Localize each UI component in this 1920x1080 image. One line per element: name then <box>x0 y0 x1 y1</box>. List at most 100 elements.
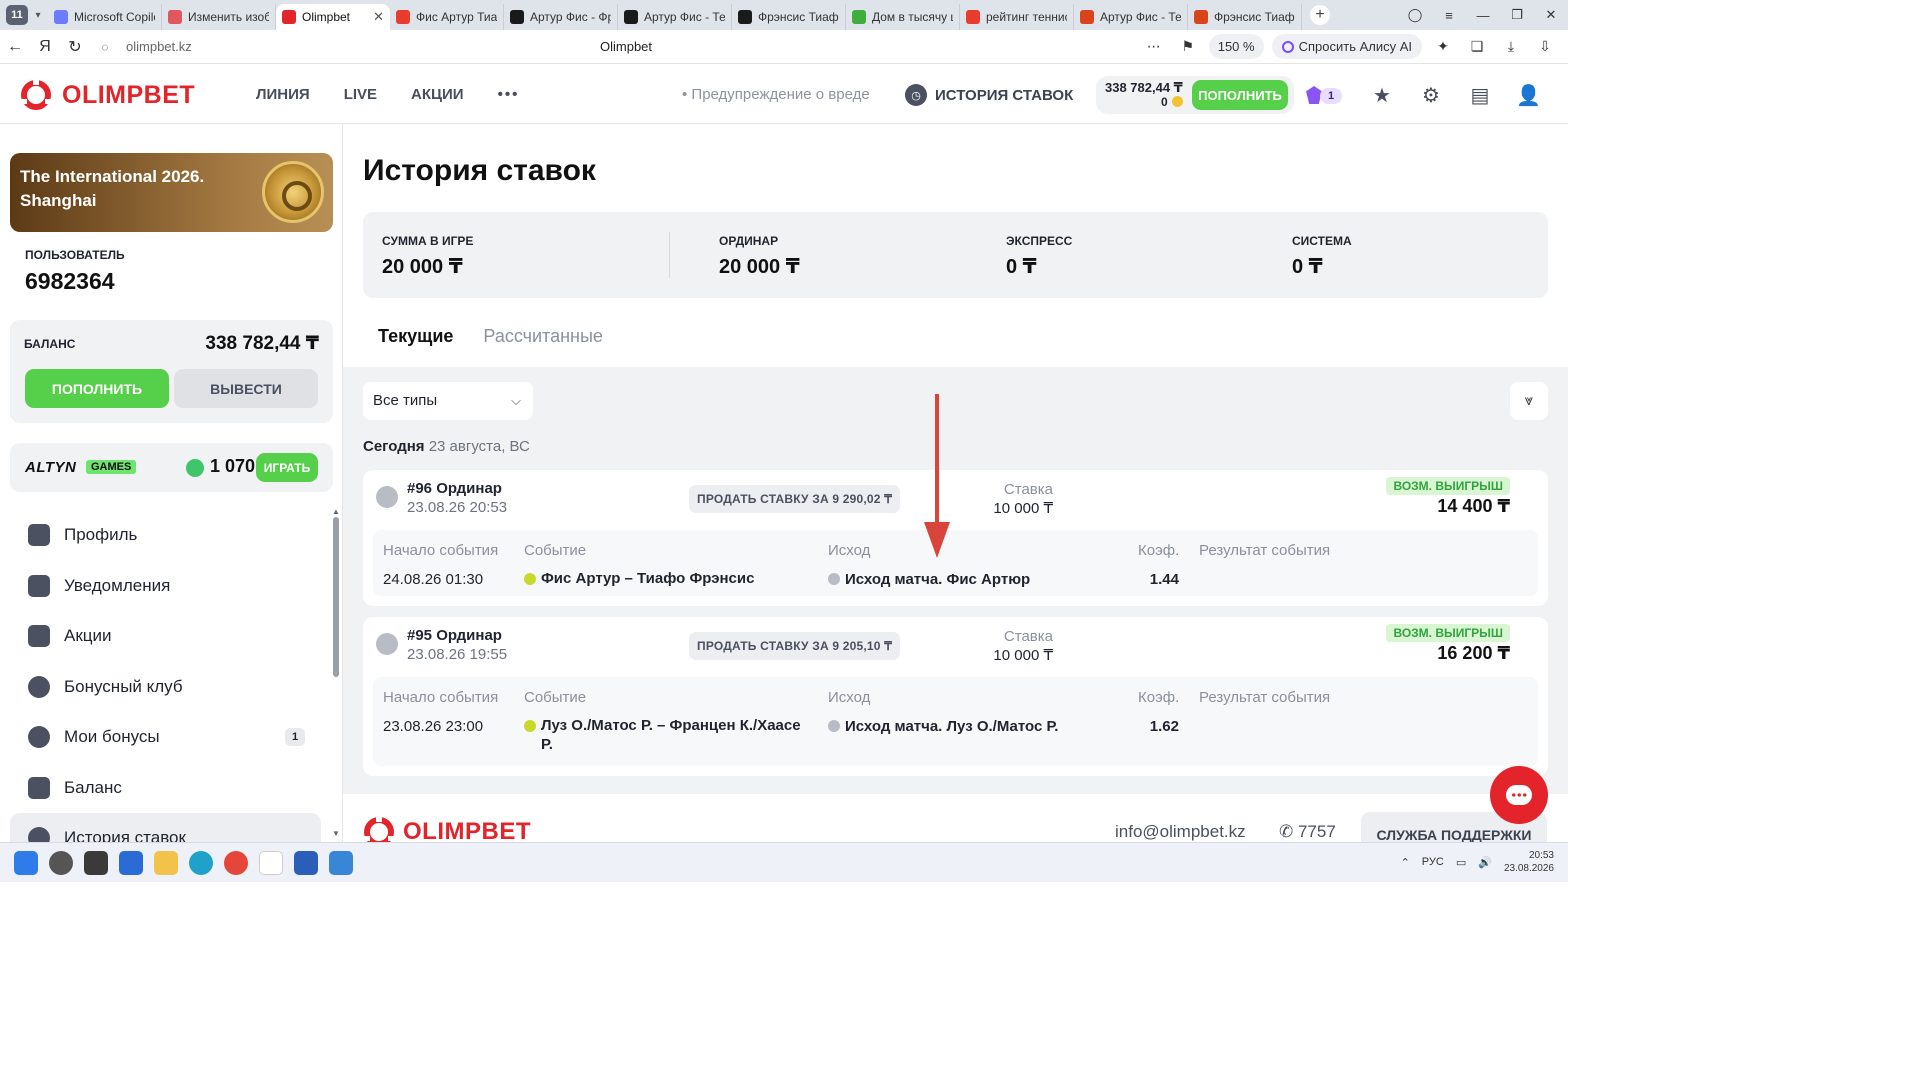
window-controls: ◯ ≡ — ❐ ✕ <box>1398 0 1568 30</box>
bet-type-select[interactable]: Все типы ⌵ <box>363 382 533 420</box>
withdraw-button[interactable]: ВЫВЕСТИ <box>174 369 318 408</box>
international-banner[interactable]: The International 2026. Shanghai <box>10 153 333 232</box>
footer-phone-link[interactable]: ✆ 7757 <box>1279 822 1336 842</box>
browser-tab[interactable]: Microsoft Copilot <box>48 4 162 30</box>
browser-tab[interactable]: рейтинг теннис <box>960 4 1074 30</box>
bet-detail: Начало события Событие Исход Коэф. Результат… <box>373 530 1538 596</box>
sidebar-scrollbar[interactable]: ▲ ▼ <box>332 507 340 838</box>
scroll-thumb[interactable] <box>333 517 339 677</box>
play-button[interactable]: ИГРАТЬ <box>256 453 318 482</box>
tab-current[interactable]: Текущие <box>363 314 469 375</box>
sidebar-item[interactable]: Профиль <box>10 510 321 561</box>
scroll-up-icon[interactable]: ▲ <box>332 507 340 516</box>
summary-express-value: 0 ₸ <box>1006 256 1037 278</box>
reload-icon[interactable]: ↻ <box>60 37 90 57</box>
olimpbet-logo[interactable]: OLIMPBET <box>20 79 195 111</box>
back-arrow-icon[interactable]: ← <box>0 38 30 56</box>
event-cell[interactable]: Фис Артур – Тиафо Фрэнсис <box>524 569 814 588</box>
scroll-down-icon[interactable]: ▼ <box>332 829 340 838</box>
messages-icon[interactable]: ▤ <box>1468 84 1492 108</box>
footer-logo-mark-icon <box>363 816 395 842</box>
tab-favicon-icon <box>966 10 980 24</box>
summary-single: ОРДИНАР 20 000 ₸ <box>719 234 800 279</box>
tray-chevron-up-icon[interactable]: ⌃ <box>1401 856 1410 869</box>
browser-tab[interactable]: Дом в тысячу ш <box>846 4 960 30</box>
more-options-icon[interactable]: ⋯ <box>1141 38 1167 55</box>
promo-badge[interactable]: 1 <box>1306 86 1342 106</box>
yandex-browser-icon[interactable] <box>259 851 283 875</box>
browser-tab[interactable]: Артур Фис - Фрэнсис <box>504 4 618 30</box>
bet-history-link[interactable]: ◷ ИСТОРИЯ СТАВОК <box>905 84 1073 106</box>
tab-close-icon[interactable]: ✕ <box>373 9 384 25</box>
photos-icon[interactable] <box>329 851 353 875</box>
browser-tab[interactable]: Артур Фис - Те <box>1074 4 1188 30</box>
restore-icon[interactable]: ❐ <box>1500 7 1534 23</box>
browser-menu-icon[interactable]: ≡ <box>1432 8 1466 23</box>
day-heading-date: 23 августа, ВС <box>428 438 530 455</box>
chrome-icon[interactable] <box>224 851 248 875</box>
chat-button[interactable] <box>1490 766 1548 824</box>
altyn-balance: 1 070 <box>210 456 256 476</box>
event-cell[interactable]: Луз О./Матос Р. – Францен К./Хаасе Р. <box>524 716 814 754</box>
favorites-star-icon[interactable]: ★ <box>1370 84 1394 108</box>
windows-start-icon[interactable] <box>14 851 38 875</box>
search-icon[interactable] <box>49 851 73 875</box>
volume-icon[interactable]: 🔊 <box>1478 856 1492 869</box>
url-field[interactable]: olimpbet.kz <box>126 39 192 54</box>
nav-promotions[interactable]: АКЦИИ <box>411 86 464 103</box>
task-view-icon[interactable] <box>84 851 108 875</box>
extensions-icon[interactable]: ✦ <box>1430 38 1456 55</box>
sidebar-item[interactable]: Уведомления <box>10 561 321 612</box>
collapse-all-button[interactable]: ⩔ <box>1510 382 1548 420</box>
yandex-icon[interactable]: Я <box>30 38 60 56</box>
window-close-icon[interactable]: ✕ <box>1534 7 1568 23</box>
site-info-icon[interactable]: ◌ <box>90 40 120 54</box>
tab-list-chevron-icon[interactable]: ▾ <box>28 10 48 21</box>
browser-tab[interactable]: Изменить изображение <box>162 4 276 30</box>
harm-warning-link[interactable]: • Предупреждение о вреде <box>682 86 870 103</box>
account-user-icon[interactable]: 👤 <box>1516 84 1541 108</box>
browser-tab-title: Фрэнсис Тиафо <box>758 10 839 24</box>
settings-gear-icon[interactable]: ⚙ <box>1419 84 1443 108</box>
sidebar-item[interactable]: История ставок <box>10 813 321 842</box>
edge-icon[interactable] <box>189 851 213 875</box>
nav-more-icon[interactable]: ••• <box>498 86 520 103</box>
sell-bet-button[interactable]: ПРОДАТЬ СТАВКУ ЗА 9 205,10 ₸ <box>689 632 901 660</box>
tab-settled[interactable]: Рассчитанные <box>468 314 618 367</box>
browser-tab[interactable]: Артур Фис - Теннис <box>618 4 732 30</box>
input-language[interactable]: РУС <box>1422 856 1444 868</box>
bet-history-link-label: ИСТОРИЯ СТАВОК <box>935 86 1074 104</box>
browser-tab[interactable]: Фрэнсис Тиафо <box>732 4 846 30</box>
downloads-icon[interactable]: ⤓ <box>1498 38 1524 55</box>
alice-button[interactable]: Спросить Алису AI <box>1271 34 1422 59</box>
sidebar-item-label: История ставок <box>64 828 186 842</box>
network-icon[interactable]: ▭ <box>1456 856 1466 869</box>
tab-count-badge[interactable]: 11 <box>6 5 28 25</box>
zoom-indicator[interactable]: 150 % <box>1208 34 1264 59</box>
new-tab-plus-icon[interactable]: + <box>1310 5 1330 25</box>
col-start-header: Начало события <box>383 689 499 706</box>
nav-line[interactable]: ЛИНИЯ <box>256 86 310 103</box>
store-icon[interactable] <box>119 851 143 875</box>
browser-tab[interactable]: Фис Артур Тиафо <box>390 4 504 30</box>
profile-avatar-icon[interactable]: ◯ <box>1398 7 1432 23</box>
collections-icon[interactable]: ❏ <box>1464 38 1490 55</box>
footer-logo[interactable]: OLIMPBET <box>363 816 531 842</box>
minimize-icon[interactable]: — <box>1466 8 1500 23</box>
download-arrow-icon[interactable]: ⇩ <box>1532 38 1558 55</box>
sidebar-item[interactable]: Акции <box>10 611 321 662</box>
nav-live[interactable]: LIVE <box>344 86 377 103</box>
browser-tab[interactable]: Olimpbet ✕ <box>276 4 390 30</box>
browser-tab[interactable]: Фрэнсис Тиафо <box>1188 4 1302 30</box>
bookmark-icon[interactable]: ⚑ <box>1175 38 1201 55</box>
sidebar-item[interactable]: Мои бонусы 1 <box>10 712 321 763</box>
deposit-button[interactable]: ПОПОЛНИТЬ <box>25 369 169 408</box>
system-clock[interactable]: 20:53 23.08.2026 <box>1504 849 1554 875</box>
footer-email-link[interactable]: info@olimpbet.kz <box>1115 822 1246 842</box>
file-explorer-icon[interactable] <box>154 851 178 875</box>
header-deposit-button[interactable]: ПОПОЛНИТЬ <box>1192 80 1288 110</box>
word-icon[interactable] <box>294 851 318 875</box>
sell-bet-button[interactable]: ПРОДАТЬ СТАВКУ ЗА 9 290,02 ₸ <box>689 485 901 513</box>
sidebar-item[interactable]: Баланс <box>10 763 321 814</box>
sidebar-item[interactable]: Бонусный клуб <box>10 662 321 713</box>
